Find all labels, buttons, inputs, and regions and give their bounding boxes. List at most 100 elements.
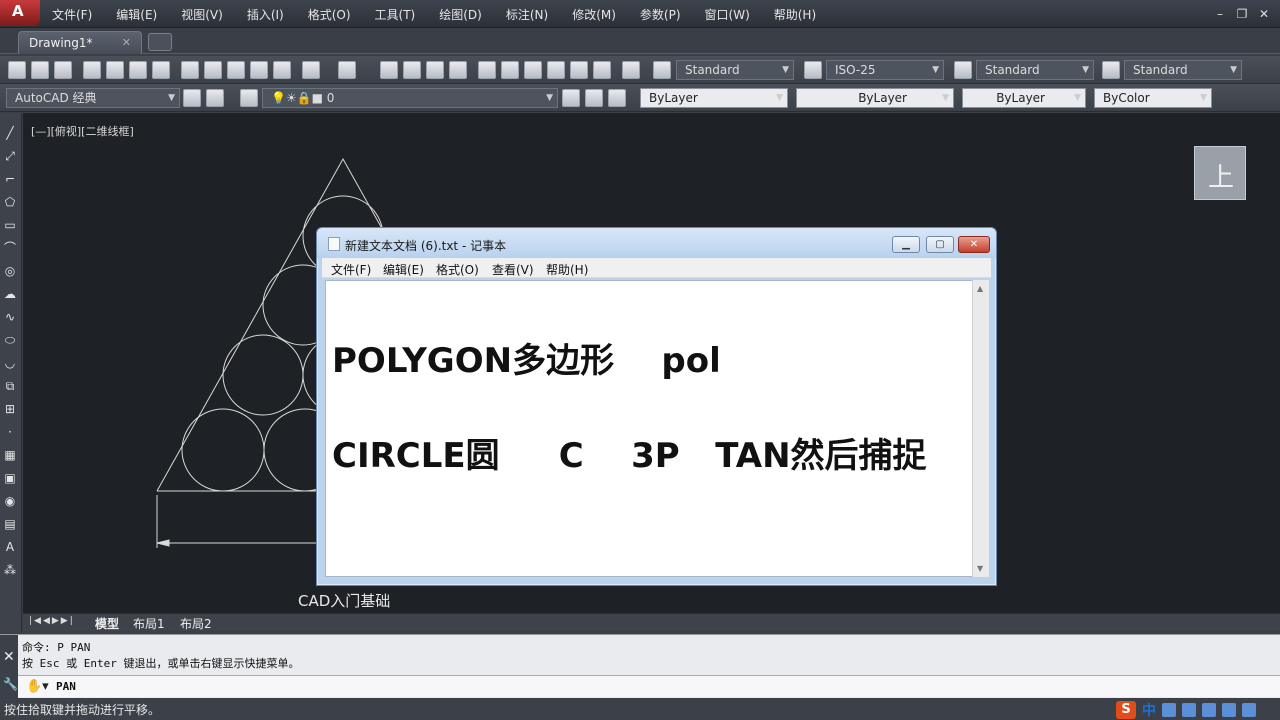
- polyline-icon[interactable]: ⌐: [2, 171, 18, 187]
- menu-file[interactable]: 文件(F): [52, 6, 92, 23]
- point-icon[interactable]: ·: [2, 424, 18, 440]
- tools-icon[interactable]: [1242, 703, 1256, 717]
- add-selected-icon[interactable]: ⁂: [2, 562, 18, 578]
- tab-layout2[interactable]: 布局2: [180, 615, 212, 632]
- cut-icon[interactable]: [181, 61, 199, 79]
- menu-draw[interactable]: 绘图(D): [439, 6, 482, 23]
- new-tab-button[interactable]: [148, 33, 172, 51]
- customize-icon[interactable]: [206, 89, 224, 107]
- make-block-icon[interactable]: ⊞: [2, 401, 18, 417]
- punctuation-icon[interactable]: [1182, 703, 1196, 717]
- linetype-select[interactable]: ByLayer ▼: [796, 88, 954, 108]
- notepad-titlebar[interactable]: 新建文本文档 (6).txt - 记事本 ▁ ▢ ✕: [317, 228, 996, 258]
- sogou-ime-icon[interactable]: S: [1116, 701, 1136, 719]
- menu-insert[interactable]: 插入(I): [247, 6, 284, 23]
- tab-layout1[interactable]: 布局1: [133, 615, 165, 632]
- make-current-layer-icon[interactable]: [562, 89, 580, 107]
- np-menu-help[interactable]: 帮助(H): [546, 261, 588, 278]
- properties-icon[interactable]: [478, 61, 496, 79]
- table-style-icon[interactable]: [954, 61, 972, 79]
- color-select[interactable]: ByLayer ▼: [640, 88, 788, 108]
- arc-icon[interactable]: ⌒: [2, 240, 18, 256]
- design-center-icon[interactable]: [501, 61, 519, 79]
- copy-icon[interactable]: [204, 61, 222, 79]
- polygon-icon[interactable]: ⬠: [2, 194, 18, 210]
- layout-nav-arrows-icon[interactable]: |◀◀▶▶|: [29, 616, 75, 626]
- np-menu-file[interactable]: 文件(F): [331, 261, 371, 278]
- minimize-icon[interactable]: –: [1212, 6, 1228, 22]
- text-style-select[interactable]: Standard ▼: [676, 60, 794, 80]
- zoom-window-icon[interactable]: [426, 61, 444, 79]
- match-properties-icon[interactable]: [250, 61, 268, 79]
- scroll-up-icon[interactable]: ▲: [977, 284, 983, 293]
- tab-drawing1[interactable]: Drawing1* ✕: [18, 31, 142, 54]
- table-style-select[interactable]: Standard ▼: [976, 60, 1094, 80]
- undo-icon[interactable]: [302, 61, 320, 79]
- menu-tools[interactable]: 工具(T): [375, 6, 416, 23]
- notepad-text-area[interactable]: POLYGON多边形 pol CIRCLE圆 C 3P TAN然后捕捉: [325, 280, 980, 577]
- table-icon[interactable]: ▤: [2, 516, 18, 532]
- multileader-style-icon[interactable]: [1102, 61, 1120, 79]
- print-icon[interactable]: [83, 61, 101, 79]
- layer-properties-icon[interactable]: [240, 89, 258, 107]
- multiline-text-icon[interactable]: A: [2, 539, 18, 555]
- region-icon[interactable]: ◉: [2, 493, 18, 509]
- rectangle-icon[interactable]: ▭: [2, 217, 18, 233]
- pan-icon[interactable]: [380, 61, 398, 79]
- construction-line-icon[interactable]: ⤢: [2, 148, 18, 164]
- open-file-icon[interactable]: [31, 61, 49, 79]
- spline-icon[interactable]: ∿: [2, 309, 18, 325]
- sheet-set-icon[interactable]: [547, 61, 565, 79]
- maximize-button[interactable]: ▢: [926, 236, 954, 253]
- zoom-realtime-icon[interactable]: [403, 61, 421, 79]
- restore-icon[interactable]: ❐: [1234, 6, 1250, 22]
- print-preview-icon[interactable]: [106, 61, 124, 79]
- lineweight-select[interactable]: ByLayer ▼: [962, 88, 1086, 108]
- revision-cloud-icon[interactable]: ☁: [2, 286, 18, 302]
- circle-icon[interactable]: ◎: [2, 263, 18, 279]
- ellipse-arc-icon[interactable]: ◡: [2, 355, 18, 371]
- insert-block-icon[interactable]: ⧉: [2, 378, 18, 394]
- gradient-icon[interactable]: ▣: [2, 470, 18, 486]
- tab-model[interactable]: 模型: [95, 615, 119, 632]
- ellipse-icon[interactable]: ⬭: [2, 332, 18, 348]
- paste-icon[interactable]: [227, 61, 245, 79]
- hatch-icon[interactable]: ▦: [2, 447, 18, 463]
- markup-icon[interactable]: [570, 61, 588, 79]
- menu-edit[interactable]: 编辑(E): [116, 6, 157, 23]
- zoom-previous-icon[interactable]: [449, 61, 467, 79]
- ime-language[interactable]: 中: [1142, 700, 1156, 720]
- dim-style-icon[interactable]: [804, 61, 822, 79]
- layer-select[interactable]: 💡☀🔒■ 0 ▼: [262, 88, 558, 108]
- minimize-button[interactable]: ▁: [892, 236, 920, 253]
- np-menu-view[interactable]: 查看(V): [492, 261, 534, 278]
- plotstyle-select[interactable]: ByColor ▼: [1094, 88, 1212, 108]
- workspace-settings-icon[interactable]: [183, 89, 201, 107]
- menu-window[interactable]: 窗口(W): [705, 6, 750, 23]
- menu-dimension[interactable]: 标注(N): [506, 6, 548, 23]
- moon-icon[interactable]: [1162, 703, 1176, 717]
- multileader-style-select[interactable]: Standard ▼: [1124, 60, 1242, 80]
- line-icon[interactable]: ╱: [2, 125, 18, 141]
- block-editor-icon[interactable]: [273, 61, 291, 79]
- calculator-icon[interactable]: [593, 61, 611, 79]
- viewcube[interactable]: 上: [1194, 146, 1246, 200]
- 3d-print-icon[interactable]: [152, 61, 170, 79]
- menu-modify[interactable]: 修改(M): [572, 6, 616, 23]
- help-icon[interactable]: [622, 61, 640, 79]
- command-input[interactable]: ✋▾ PAN: [18, 675, 1280, 697]
- text-style-icon[interactable]: [653, 61, 671, 79]
- np-menu-edit[interactable]: 编辑(E): [383, 261, 424, 278]
- workspace-select[interactable]: AutoCAD 经典 ▼: [6, 88, 180, 108]
- close-command-icon[interactable]: ✕: [3, 649, 15, 665]
- dim-style-select[interactable]: ISO-25 ▼: [826, 60, 944, 80]
- tab-close-icon[interactable]: ✕: [122, 36, 131, 49]
- notepad-scrollbar[interactable]: ▲ ▼: [972, 280, 989, 577]
- np-menu-format[interactable]: 格式(O): [436, 261, 479, 278]
- menu-parametric[interactable]: 参数(P): [640, 6, 681, 23]
- wrench-icon[interactable]: 🔧: [3, 677, 18, 691]
- redo-icon[interactable]: [338, 61, 356, 79]
- menu-format[interactable]: 格式(O): [308, 6, 351, 23]
- close-button[interactable]: ✕: [958, 236, 990, 253]
- keyboard-icon[interactable]: [1202, 703, 1216, 717]
